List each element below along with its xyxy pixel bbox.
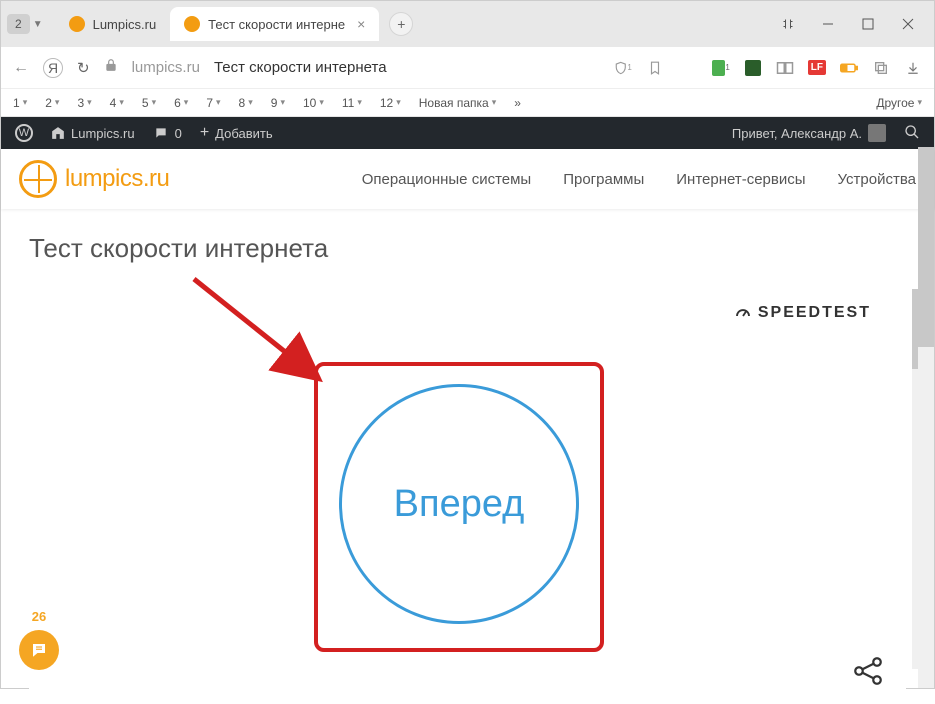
gauge-icon [734, 304, 752, 322]
yandex-icon[interactable]: Я [43, 58, 63, 78]
tab-count-badge[interactable]: 2 [7, 14, 30, 34]
chat-icon [19, 630, 59, 670]
bookmarks-bar: 1▾ 2▾ 3▾ 4▾ 5▾ 6▾ 7▾ 8▾ 9▾ 10▾ 11▾ 12▾ Н… [1, 89, 934, 117]
bookmark-folder[interactable]: 7▾ [206, 96, 220, 110]
close-button[interactable] [888, 9, 928, 39]
reload-button[interactable]: ↻ [77, 59, 90, 77]
page-content: Тест скорости интернета SPEEDTEST Вперед [1, 209, 934, 704]
bookmarks-more[interactable]: » [514, 96, 521, 110]
page-title: Тест скорости интернета [29, 233, 906, 264]
site-header: lumpics.ru Операционные системы Программ… [1, 149, 934, 209]
lock-icon[interactable] [104, 58, 118, 77]
bookmark-folder[interactable]: 3▾ [77, 96, 91, 110]
extension-shield-icon[interactable]: 1 [712, 59, 730, 77]
bookmark-folder[interactable]: 8▾ [239, 96, 253, 110]
orange-logo-icon [19, 160, 57, 198]
tab-title: Lumpics.ru [93, 17, 157, 32]
wp-add-new[interactable]: +Добавить [200, 124, 273, 142]
address-bar: ← Я ↻ lumpics.ru Тест скорости интернета… [1, 47, 934, 89]
share-button[interactable] [850, 653, 886, 694]
battery-icon[interactable] [840, 59, 858, 77]
nav-os[interactable]: Операционные системы [362, 171, 532, 188]
chat-widget[interactable]: 26 [19, 609, 59, 670]
wp-comments[interactable]: 0 [153, 126, 182, 141]
new-tab-button[interactable]: + [389, 12, 413, 36]
bookmark-icon[interactable] [646, 59, 664, 77]
speedtest-widget: SPEEDTEST Вперед [29, 284, 906, 704]
bookmark-folder[interactable]: 6▾ [174, 96, 188, 110]
wp-admin-bar: W Lumpics.ru 0 +Добавить Привет, Алексан… [1, 117, 934, 149]
bookmark-folder[interactable]: 5▾ [142, 96, 156, 110]
tab-lumpics[interactable]: Lumpics.ru [55, 7, 171, 41]
speedtest-go-button[interactable]: Вперед [339, 384, 579, 624]
window-titlebar: 2 ▼ Lumpics.ru Тест скорости интерне × + [1, 1, 934, 47]
download-icon[interactable] [904, 59, 922, 77]
shield-icon[interactable]: 1 [614, 59, 632, 77]
speedtest-brand: SPEEDTEST [734, 304, 871, 322]
bookmarks-other[interactable]: Другое▾ [876, 96, 922, 110]
bookmark-folder-new[interactable]: Новая папка▾ [419, 96, 496, 110]
reader-mode-icon[interactable] [776, 59, 794, 77]
back-button[interactable]: ← [13, 59, 29, 77]
maximize-button[interactable] [848, 9, 888, 39]
bookmark-folder[interactable]: 9▾ [271, 96, 285, 110]
url-domain[interactable]: lumpics.ru [132, 59, 200, 76]
wp-user-greeting[interactable]: Привет, Александр А. [732, 124, 886, 142]
bookmark-folder[interactable]: 11▾ [342, 96, 362, 110]
tab-speedtest[interactable]: Тест скорости интерне × [170, 7, 379, 41]
site-logo[interactable]: lumpics.ru [19, 160, 169, 198]
lf-extension-icon[interactable]: LF [808, 60, 826, 75]
minimize-button[interactable] [808, 9, 848, 39]
chevron-down-icon[interactable]: ▼ [33, 19, 43, 30]
page-scrollbar[interactable] [918, 147, 934, 688]
wordpress-icon[interactable]: W [15, 124, 33, 142]
logo-text: lumpics.ru [65, 165, 169, 193]
bookmark-folder[interactable]: 12▾ [380, 96, 401, 110]
chat-count: 26 [19, 609, 59, 624]
reader-icon[interactable] [768, 9, 808, 39]
bookmark-folder[interactable]: 4▾ [110, 96, 124, 110]
close-icon[interactable]: × [357, 16, 365, 32]
avatar [868, 124, 886, 142]
url-title: Тест скорости интернета [214, 59, 387, 76]
tab-title: Тест скорости интерне [208, 17, 345, 32]
copy-icon[interactable] [872, 59, 890, 77]
extension-dark-icon[interactable] [744, 59, 762, 77]
bookmark-folder[interactable]: 2▾ [45, 96, 59, 110]
nav-programs[interactable]: Программы [563, 171, 644, 188]
orange-icon [69, 16, 85, 32]
nav-devices[interactable]: Устройства [838, 171, 916, 188]
wp-site-link[interactable]: Lumpics.ru [51, 126, 135, 141]
bookmark-folder[interactable]: 1▾ [13, 96, 27, 110]
nav-services[interactable]: Интернет-сервисы [676, 171, 805, 188]
bookmark-folder[interactable]: 10▾ [303, 96, 324, 110]
search-icon[interactable] [904, 124, 920, 143]
orange-icon [184, 16, 200, 32]
